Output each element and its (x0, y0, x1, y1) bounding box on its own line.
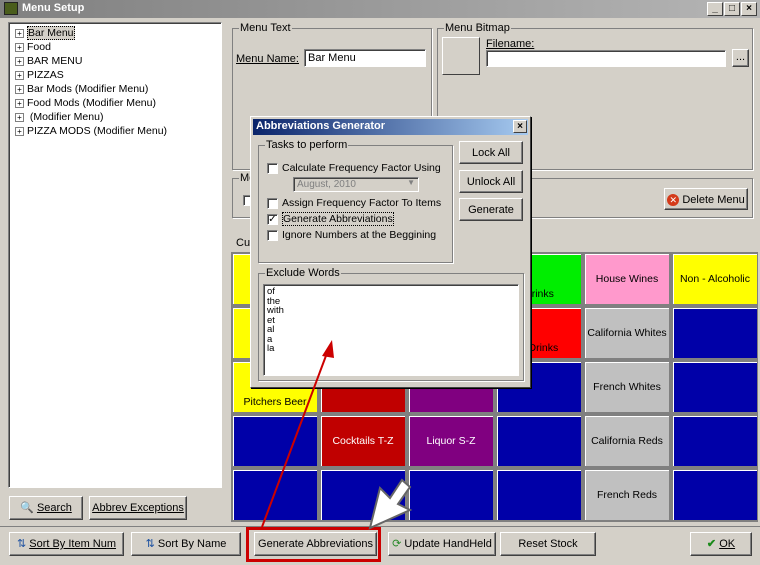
annotation-overlay (261, 340, 413, 530)
annotation-arrowhead (322, 340, 334, 358)
annotation-arrow-line (261, 352, 328, 528)
cursor-icon (368, 478, 413, 530)
